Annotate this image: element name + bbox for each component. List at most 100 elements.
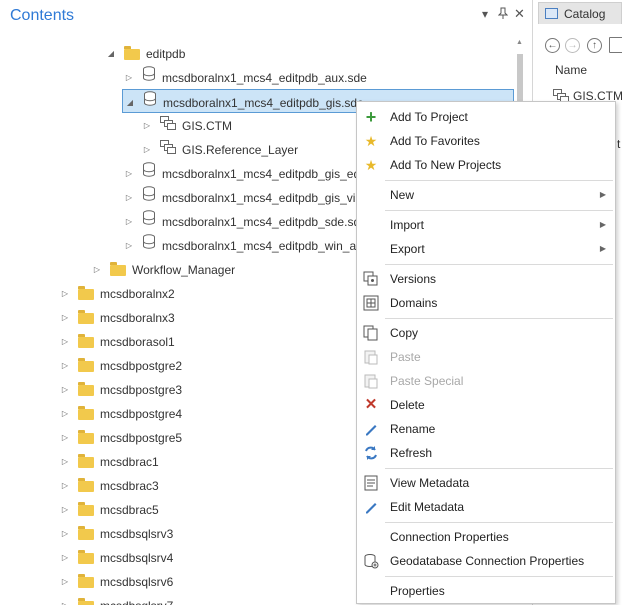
tree-item-folder[interactable]: ▷mcsdbsqlsrv7 xyxy=(58,593,173,605)
tree-item-database[interactable]: ▷ mcsdboralnx1_mcs4_editpdb_win_au xyxy=(122,233,363,257)
collapsed-arrow-icon[interactable]: ▷ xyxy=(122,210,136,234)
folder-icon xyxy=(78,358,94,373)
tree-item-folder[interactable]: ▷ mcsdbsqlsrv4 xyxy=(58,545,173,569)
star-icon: ★ xyxy=(364,133,378,149)
collapsed-arrow-icon[interactable]: ▷ xyxy=(58,402,72,426)
collapsed-arrow-icon[interactable]: ▷ xyxy=(58,522,72,546)
tree-item-feature-dataset[interactable]: ▷ GIS.CTM xyxy=(140,113,232,137)
close-icon[interactable]: ✕ xyxy=(514,6,525,22)
menu-item-refresh[interactable]: Refresh xyxy=(358,441,614,465)
tree-item-feature-dataset[interactable]: ▷ GIS.Reference_Layer xyxy=(140,137,298,161)
tree-item-folder[interactable]: ▷ mcsdborasol1 xyxy=(58,329,175,353)
menu-item-new[interactable]: New ▶ xyxy=(358,183,614,207)
tree-item-folder[interactable]: ▷ mcsdbrac5 xyxy=(58,497,159,521)
tree-item-folder[interactable]: ▷ mcsdbpostgre2 xyxy=(58,353,182,377)
tree-item-folder[interactable]: ▷ mcsdbrac3 xyxy=(58,473,159,497)
tree-item-folder[interactable]: ▷ mcsdbsqlsrv6 xyxy=(58,569,173,593)
folder-icon xyxy=(78,574,94,589)
expanded-arrow-icon[interactable]: ◢ xyxy=(104,42,118,66)
database-icon xyxy=(142,162,156,186)
menu-item-paste-special[interactable]: Paste Special xyxy=(358,369,614,393)
collapsed-arrow-icon[interactable]: ▷ xyxy=(58,474,72,498)
menu-item-geodatabase-connection-properties[interactable]: Geodatabase Connection Properties xyxy=(358,549,614,573)
collapsed-arrow-icon[interactable]: ▷ xyxy=(90,258,104,282)
menu-item-connection-properties[interactable]: Connection Properties xyxy=(358,525,614,549)
expanded-arrow-icon[interactable]: ◢ xyxy=(123,91,137,115)
menu-item-properties[interactable]: Properties xyxy=(358,579,614,603)
menu-item-edit-metadata[interactable]: Edit Metadata xyxy=(358,495,614,519)
collapsed-arrow-icon[interactable]: ▷ xyxy=(58,354,72,378)
collapsed-arrow-icon[interactable]: ▷ xyxy=(140,138,154,162)
collapsed-arrow-icon[interactable]: ▷ xyxy=(58,570,72,594)
tree-item-editpdb[interactable]: ◢ editpdb xyxy=(104,41,185,65)
folder-icon xyxy=(78,478,94,493)
copy-icon xyxy=(363,325,379,341)
menu-item-add-to-project[interactable]: + Add To Project xyxy=(358,105,614,129)
tree-item-folder[interactable]: ▷ mcsdboralnx3 xyxy=(58,305,175,329)
menu-item-copy[interactable]: Copy xyxy=(358,321,614,345)
collapsed-arrow-icon[interactable]: ▷ xyxy=(122,234,136,258)
tree-item-database[interactable]: ▷ mcsdboralnx1_mcs4_editpdb_sde.sd xyxy=(122,209,360,233)
collapsed-arrow-icon[interactable]: ▷ xyxy=(58,498,72,522)
catalog-icon xyxy=(545,8,558,19)
folder-icon xyxy=(78,502,94,517)
menu-item-add-to-new-projects[interactable]: ★ Add To New Projects xyxy=(358,153,614,177)
feature-dataset-icon xyxy=(160,114,176,138)
collapsed-arrow-icon[interactable]: ▷ xyxy=(58,450,72,474)
menu-item-paste[interactable]: Paste xyxy=(358,345,614,369)
menu-item-import[interactable]: Import ▶ xyxy=(358,213,614,237)
collapsed-arrow-icon[interactable]: ▷ xyxy=(58,546,72,570)
tree-item-folder[interactable]: ▷ mcsdbpostgre3 xyxy=(58,377,182,401)
collapsed-arrow-icon[interactable]: ▷ xyxy=(58,594,72,605)
menu-item-rename[interactable]: Rename xyxy=(358,417,614,441)
menu-item-add-to-favorites[interactable]: ★ Add To Favorites xyxy=(358,129,614,153)
up-icon[interactable]: ↑ xyxy=(587,38,602,53)
tree-item-folder[interactable]: ▷ Workflow_Manager xyxy=(90,257,235,281)
tree-item-folder[interactable]: ▷ mcsdbsqlsrv3 xyxy=(58,521,173,545)
collapsed-arrow-icon[interactable]: ▷ xyxy=(122,186,136,210)
database-icon xyxy=(142,210,156,234)
forward-icon[interactable]: → xyxy=(565,38,580,53)
tree-item-folder[interactable]: ▷ mcsdbpostgre5 xyxy=(58,425,182,449)
paste-special-icon xyxy=(363,373,379,389)
folder-icon xyxy=(78,334,94,349)
context-menu: + Add To Project ★ Add To Favorites ★ Ad… xyxy=(356,101,616,604)
submenu-arrow-icon: ▶ xyxy=(599,220,606,229)
refresh-icon xyxy=(363,445,379,461)
menu-item-domains[interactable]: Domains xyxy=(358,291,614,315)
tree-item-folder[interactable]: ▷ mcsdbrac1 xyxy=(58,449,159,473)
tree-item-database[interactable]: ▷ mcsdboralnx1_mcs4_editpdb_aux.sde xyxy=(122,65,367,89)
menu-item-view-metadata[interactable]: View Metadata xyxy=(358,471,614,495)
collapsed-arrow-icon[interactable]: ▷ xyxy=(58,378,72,402)
paste-icon xyxy=(363,349,379,365)
collapsed-arrow-icon[interactable]: ▷ xyxy=(58,282,72,306)
tree-item-folder[interactable]: ▷ mcsdbpostgre4 xyxy=(58,401,182,425)
collapsed-arrow-icon[interactable]: ▷ xyxy=(58,426,72,450)
menu-item-delete[interactable]: ✕ Delete xyxy=(358,393,614,417)
database-icon xyxy=(142,234,156,258)
pin-icon[interactable] xyxy=(497,7,509,22)
menu-item-versions[interactable]: Versions xyxy=(358,267,614,291)
tree-item-folder[interactable]: ▷ mcsdboralnx2 xyxy=(58,281,175,305)
menu-separator xyxy=(385,180,613,181)
collapsed-arrow-icon[interactable]: ▷ xyxy=(122,66,136,90)
folder-icon xyxy=(78,430,94,445)
folder-icon xyxy=(78,598,94,605)
geodatabase-connection-icon xyxy=(363,553,379,569)
tree-item-database[interactable]: ▷ mcsdboralnx1_mcs4_editpdb_gis_ed xyxy=(122,161,360,185)
column-header-name[interactable]: Name xyxy=(555,63,587,77)
delete-icon: ✕ xyxy=(364,396,378,413)
folder-icon xyxy=(78,406,94,421)
tree-item-database[interactable]: ▷ mcsdboralnx1_mcs4_editpdb_gis_vie xyxy=(122,185,362,209)
menu-item-export[interactable]: Export ▶ xyxy=(358,237,614,261)
tab-catalog[interactable]: Catalog xyxy=(538,2,622,24)
submenu-arrow-icon: ▶ xyxy=(599,190,606,199)
collapsed-arrow-icon[interactable]: ▷ xyxy=(58,330,72,354)
collapsed-arrow-icon[interactable]: ▷ xyxy=(58,306,72,330)
back-icon[interactable]: ← xyxy=(545,38,560,53)
pane-menu-dropdown-icon[interactable]: ▾ xyxy=(482,7,488,21)
home-icon[interactable] xyxy=(609,37,622,53)
scroll-up-icon[interactable]: ▲ xyxy=(516,39,523,46)
collapsed-arrow-icon[interactable]: ▷ xyxy=(140,114,154,138)
collapsed-arrow-icon[interactable]: ▷ xyxy=(122,162,136,186)
